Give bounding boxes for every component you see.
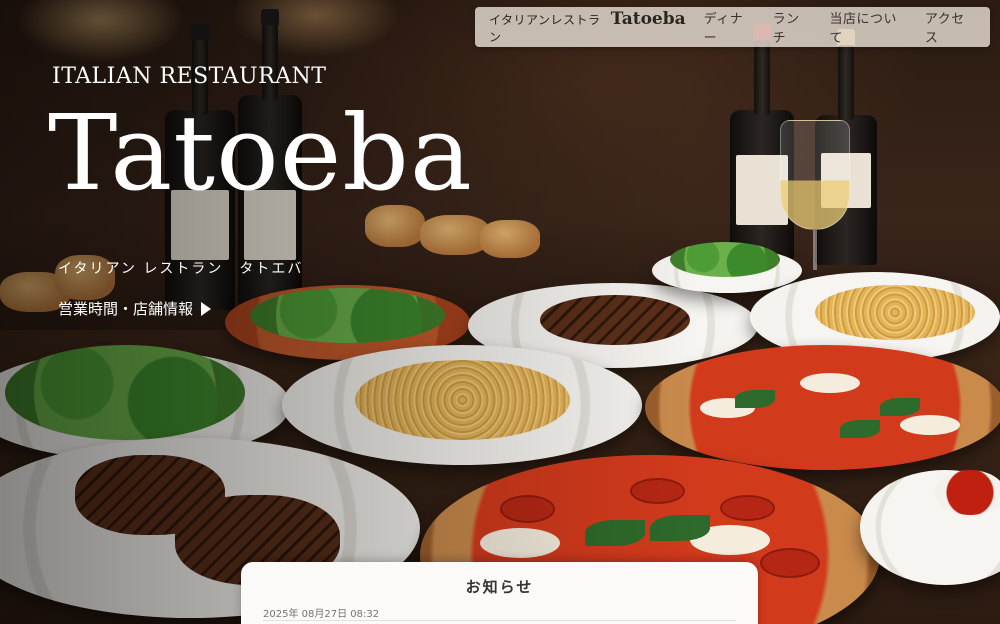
pepperoni: [720, 495, 775, 521]
brand-japanese-name: イタリアンレストラン: [489, 13, 601, 44]
nav-link-dinner[interactable]: ディナー: [704, 8, 755, 46]
basil-leaf: [880, 398, 920, 416]
salad-dish: [250, 288, 445, 343]
wine-glass: [780, 120, 850, 230]
pasta-dish: [355, 360, 570, 440]
basil-leaf: [735, 390, 775, 408]
divider: [263, 620, 736, 621]
hours-info-label: 営業時間・店舗情報: [58, 300, 194, 318]
brand-logo-link[interactable]: イタリアンレストラン Tatoeba: [489, 9, 686, 45]
pasta-dish: [815, 285, 975, 340]
top-navigation: イタリアンレストラン Tatoeba ディナー ランチ 当店について アクセス: [475, 7, 990, 47]
pepperoni: [760, 548, 820, 578]
mozzarella: [800, 373, 860, 393]
news-date: 2025年 08月27日 08:32: [263, 609, 380, 620]
caprese-salad: [5, 345, 245, 440]
pepperoni: [500, 495, 555, 523]
mozzarella: [480, 528, 560, 558]
mozzarella: [900, 415, 960, 435]
wine-glass-stem: [813, 230, 817, 270]
salad-dish: [670, 242, 780, 277]
grilled-meat-dish: [540, 295, 690, 345]
news-heading: お知らせ: [465, 578, 534, 596]
hero-kana-name: イタリアン レストラン タトエバ: [58, 261, 304, 277]
nav-link-about[interactable]: 当店について: [829, 8, 906, 46]
play-arrow-icon: [201, 301, 212, 316]
sauce-bowl: [935, 470, 1000, 515]
basil-leaf: [585, 520, 645, 546]
pepperoni: [630, 478, 685, 504]
bread: [480, 220, 540, 258]
hero-title: Tatoeba: [48, 92, 473, 214]
news-card: お知らせ 2025年 08月27日 08:32: [241, 562, 758, 624]
hero-subtitle: ITALIAN RESTAURANT: [52, 64, 327, 89]
margherita-pizza: [645, 345, 1000, 470]
nav-link-access[interactable]: アクセス: [925, 8, 976, 46]
brand-english-name: Tatoeba: [610, 9, 686, 29]
hours-info-link[interactable]: 営業時間・店舗情報: [58, 298, 212, 319]
basil-leaf: [650, 515, 710, 541]
nav-link-lunch[interactable]: ランチ: [773, 8, 812, 46]
basil-leaf: [840, 420, 880, 438]
